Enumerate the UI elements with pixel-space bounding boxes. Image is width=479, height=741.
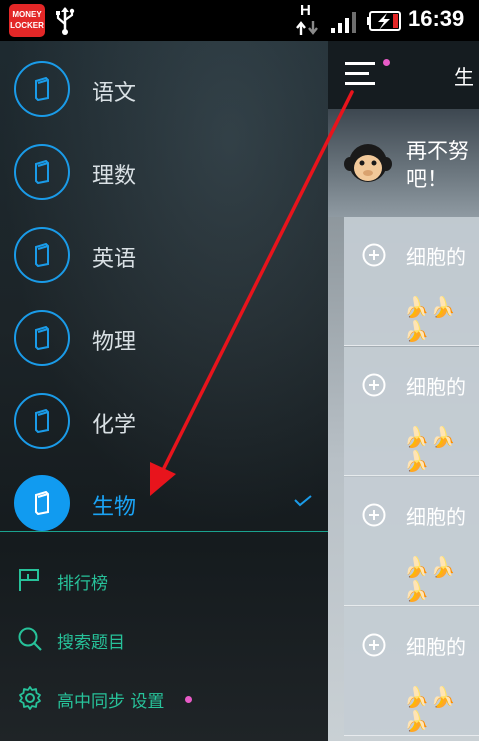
lesson-card[interactable]: 细胞的 🍌🍌🍌	[344, 217, 479, 346]
divider	[0, 531, 328, 532]
search-icon	[18, 627, 42, 651]
subject-label: 物理	[92, 330, 137, 355]
add-icon[interactable]	[362, 633, 386, 657]
subject-item-science-math[interactable]: 理数	[0, 124, 328, 204]
add-icon[interactable]	[362, 373, 386, 397]
notification-dot	[383, 59, 390, 66]
book-icon	[14, 144, 70, 200]
subject-label: 理数	[92, 164, 137, 189]
lesson-card[interactable]: 细胞的 🍌🍌🍌	[344, 347, 479, 476]
bottom-item-label: 排行榜	[57, 574, 108, 594]
subject-label: 英语	[92, 247, 137, 272]
subject-item-chemistry[interactable]: 化学	[0, 373, 328, 453]
subject-item-english[interactable]: 英语	[0, 207, 328, 287]
subject-item-chinese[interactable]: 语文	[0, 41, 328, 121]
network-h-icon: H	[296, 2, 322, 38]
settings-item[interactable]: 高中同步 设置	[0, 671, 328, 727]
card-title: 细胞的	[406, 635, 466, 659]
subject-label: 生物	[92, 495, 137, 520]
check-icon	[294, 495, 312, 507]
flag-icon	[19, 569, 39, 591]
banana-rating: 🍌🍌🍌	[404, 555, 458, 603]
subject-item-physics[interactable]: 物理	[0, 290, 328, 370]
banana-rating: 🍌🍌🍌	[404, 425, 458, 473]
banana-rating: 🍌🍌🍌	[404, 295, 458, 343]
banner: 再不努 吧！	[328, 109, 479, 217]
monkey-avatar-icon	[344, 144, 392, 182]
lesson-card[interactable]: 细胞的 🍌🍌🍌	[344, 477, 479, 606]
book-icon	[14, 475, 70, 531]
add-icon[interactable]	[362, 503, 386, 527]
banner-text: 再不努 吧！	[406, 139, 469, 191]
main-title: 生	[454, 65, 474, 89]
banana-rating: 🍌🍌🍌	[404, 685, 458, 733]
gear-icon	[19, 686, 41, 710]
lesson-card[interactable]: 细胞的 🍌🍌🍌	[344, 607, 479, 736]
book-icon	[14, 393, 70, 449]
search-questions-item[interactable]: 搜索题目	[0, 612, 328, 668]
card-title: 细胞的	[406, 245, 466, 269]
subject-label: 语文	[92, 81, 137, 106]
card-title: 细胞的	[406, 375, 466, 399]
add-icon[interactable]	[362, 243, 386, 267]
bottom-item-label: 搜索题目	[57, 633, 125, 653]
clock: 16:39	[408, 6, 465, 31]
main-panel: 生 再不努 吧！ 细胞的 🍌🍌🍌 细胞的 🍌🍌🍌 细胞的 🍌🍌🍌 细胞的 🍌🍌🍌	[328, 41, 479, 741]
card-title: 细胞的	[406, 505, 466, 529]
signal-icon	[331, 12, 356, 33]
notification-dot	[185, 696, 192, 703]
book-icon	[14, 61, 70, 117]
subject-label: 化学	[92, 413, 137, 438]
book-icon	[14, 227, 70, 283]
battery-charging-icon	[367, 11, 401, 31]
subject-item-biology[interactable]: 生物	[0, 455, 328, 535]
bottom-item-label: 高中同步 设置	[57, 692, 165, 712]
navigation-drawer: 语文 理数 英语 物理 化学 生物 排行榜 搜索题目 高中同步 设置	[0, 41, 328, 741]
status-bar: MONEY LOCKER H 16:39	[0, 0, 479, 41]
menu-icon[interactable]	[344, 61, 376, 87]
usb-icon	[56, 7, 75, 35]
main-header: 生	[328, 41, 479, 109]
book-icon	[14, 310, 70, 366]
leaderboard-item[interactable]: 排行榜	[0, 553, 328, 609]
money-locker-icon: MONEY LOCKER	[9, 4, 45, 37]
